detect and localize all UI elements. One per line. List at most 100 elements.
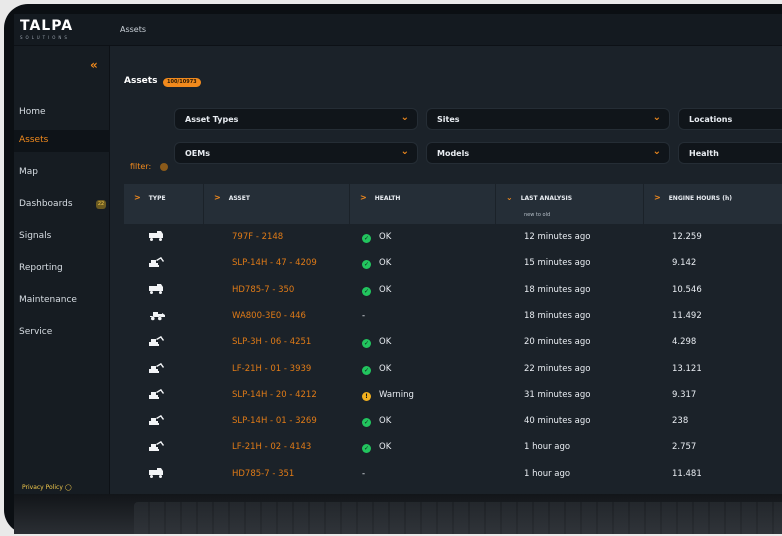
ok-status-icon: ✓ — [362, 286, 371, 296]
chevron-down-icon: ⌄ — [506, 193, 513, 202]
table-row[interactable]: SLP-14H - 47 - 4209 ✓ OK 15 minutes ago 9.14… — [124, 250, 782, 276]
health-label: OK — [379, 337, 392, 348]
sidebar-item-home[interactable]: Home — [14, 102, 110, 124]
sidebar-item-service[interactable]: Service — [14, 322, 110, 344]
table-row[interactable]: SLP-14H - 01 - 3269 ✓ OK 40 minutes ago 238 — [124, 408, 782, 434]
sidebar-item-label: Assets — [19, 135, 49, 145]
asset-link[interactable]: LF-21H - 02 - 4143 — [232, 442, 311, 452]
last-analysis-cell: 40 minutes ago — [524, 416, 591, 427]
last-analysis-cell: 20 minutes ago — [524, 337, 591, 348]
last-analysis-cell: 22 minutes ago — [524, 363, 591, 374]
warning-status-icon: ! — [362, 391, 371, 401]
sidebar-item-assets[interactable]: Assets — [14, 130, 110, 152]
haul-truck-icon — [148, 230, 166, 242]
last-analysis-cell: 18 minutes ago — [524, 284, 591, 295]
table-row[interactable]: LF-21H - 01 - 3939 ✓ OK 22 minutes ago 13.12… — [124, 356, 782, 382]
locations-filter[interactable]: Locations — [678, 108, 782, 130]
asset-link[interactable]: SLP-3H - 06 - 4251 — [232, 337, 311, 347]
chevron-right-icon: > — [360, 193, 367, 202]
table-row[interactable]: HD785-7 - 350 ✓ OK 18 minutes ago 10.546 — [124, 277, 782, 303]
column-header-health[interactable]: > HEALTH — [350, 184, 496, 224]
asset-link[interactable]: SLP-14H - 20 - 4212 — [232, 390, 317, 400]
table-row[interactable]: WA800-3E0 - 446 - 18 minutes ago 11.492 — [124, 303, 782, 329]
chevron-right-icon: > — [654, 193, 661, 202]
ok-status-icon: ✓ — [362, 444, 371, 454]
sidebar-item-map[interactable]: Map — [14, 162, 110, 184]
chevron-right-icon: > — [134, 193, 141, 202]
table-row[interactable]: SLP-3H - 06 - 4251 ✓ OK 20 minutes ago 4.298 — [124, 329, 782, 355]
table-row[interactable]: 797F - 2148 ✓ OK 12 minutes ago 12.259 — [124, 224, 782, 250]
logo-text: TALPA — [20, 18, 74, 34]
health-cell: ✓ OK — [362, 232, 391, 243]
health-label: Warning — [379, 389, 414, 400]
sidebar-item-dashboards[interactable]: Dashboards 22 — [14, 194, 110, 216]
models-filter[interactable]: Models ⌄ — [426, 142, 670, 164]
engine-hours-cell: 13.121 — [672, 363, 702, 374]
haul-truck-icon — [148, 283, 166, 295]
table-row[interactable]: SLP-14H - 20 - 4212! Warning 31 minutes ag… — [124, 382, 782, 408]
last-analysis-cell: 31 minutes ago — [524, 389, 591, 400]
excavator-icon — [148, 256, 166, 268]
excavator-icon — [148, 335, 166, 347]
chevron-down-icon: ⌄ — [652, 146, 661, 157]
asset-link[interactable]: 797F - 2148 — [232, 232, 283, 242]
health-label: - — [362, 310, 366, 321]
asset-types-filter[interactable]: Asset Types ⌄ — [174, 108, 418, 130]
sidebar-item-label: Home — [19, 107, 46, 117]
keyboard-keys — [134, 502, 782, 534]
laptop-keyboard-edge — [14, 494, 782, 534]
filter-indicator-icon[interactable] — [160, 163, 168, 171]
breadcrumb: Assets — [120, 25, 147, 34]
health-filter[interactable]: Health — [678, 142, 782, 164]
column-header-asset[interactable]: > ASSET — [204, 184, 350, 224]
chevron-double-left-icon[interactable]: « — [90, 58, 98, 72]
asset-link[interactable]: HD785-7 - 351 — [232, 469, 294, 479]
sidebar-item-reporting[interactable]: Reporting — [14, 258, 110, 280]
sites-filter[interactable]: Sites ⌄ — [426, 108, 670, 130]
asset-count-badge: 100/10973 — [163, 78, 201, 87]
privacy-policy-label: Privacy Policy — [22, 484, 63, 491]
asset-link[interactable]: HD785-7 - 350 — [232, 285, 294, 295]
column-header-engine-hours[interactable]: > ENGINE HOURS (h) — [644, 184, 782, 224]
sidebar-item-label: Maintenance — [19, 295, 77, 305]
chevron-down-icon: ⌄ — [400, 112, 409, 123]
engine-hours-cell: 9.142 — [672, 258, 697, 269]
engine-hours-cell: 10.546 — [672, 284, 702, 295]
sort-order-label: new to old — [524, 212, 551, 218]
asset-link[interactable]: LF-21H - 01 - 3939 — [232, 364, 311, 374]
column-label: TYPE — [148, 195, 166, 202]
last-analysis-cell: 18 minutes ago — [524, 310, 591, 321]
ok-status-icon: ✓ — [362, 365, 371, 375]
column-header-type[interactable]: > TYPE — [124, 184, 204, 224]
chevron-down-icon: ⌄ — [400, 146, 409, 157]
sidebar-item-label: Dashboards — [19, 199, 73, 209]
column-header-last-analysis[interactable]: ⌄ LAST ANALYSIS new to old — [496, 184, 644, 224]
dropdown-label: Health — [689, 149, 719, 158]
table-row[interactable]: HD785-7 - 351 - 1 hour ago 11.481 — [124, 461, 782, 487]
chevron-down-icon: ⌄ — [652, 112, 661, 123]
asset-link[interactable]: WA800-3E0 - 446 — [232, 311, 306, 321]
health-cell: ✓ OK — [362, 442, 391, 454]
logo-subtext: SOLUTIONS — [20, 35, 70, 40]
health-label: OK — [379, 258, 392, 269]
sidebar-item-maintenance[interactable]: Maintenance — [14, 290, 110, 312]
health-label: OK — [379, 284, 392, 295]
privacy-policy-link[interactable]: Privacy Policy ◯ — [22, 484, 72, 491]
table-row[interactable]: SLP-14H - 46 - 4208!Warning1 hour ago9.2… — [124, 487, 782, 494]
oems-filter[interactable]: OEMs ⌄ — [174, 142, 418, 164]
engine-hours-cell: 11.481 — [672, 468, 702, 479]
last-analysis-cell: 15 minutes ago — [524, 258, 591, 269]
main-content: Assets 100/10973 filter: Asset Types ⌄ Si… — [110, 46, 782, 494]
ok-status-icon: ✓ — [362, 234, 371, 243]
sidebar-item-signals[interactable]: Signals — [14, 226, 110, 248]
talpa-logo[interactable]: TALPA SOLUTIONS — [20, 18, 110, 40]
column-label: LAST ANALYSIS — [520, 195, 573, 202]
asset-link[interactable]: SLP-14H - 01 - 3269 — [232, 416, 317, 426]
health-label: OK — [379, 416, 392, 427]
sidebar-item-label: Signals — [19, 231, 52, 241]
filter-label: filter: — [130, 162, 152, 171]
health-label: OK — [379, 363, 392, 374]
asset-link[interactable]: SLP-14H - 47 - 4209 — [232, 258, 317, 268]
sidebar-item-label: Reporting — [19, 263, 63, 273]
table-row[interactable]: LF-21H - 02 - 4143 ✓ OK 1 hour ago 2.757 — [124, 434, 782, 460]
